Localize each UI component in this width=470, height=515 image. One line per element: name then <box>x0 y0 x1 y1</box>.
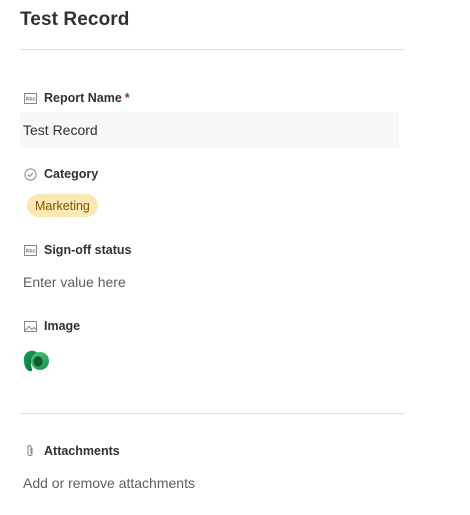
attachments-label-text: Attachments <box>44 444 120 458</box>
dynamics-logo-image[interactable] <box>22 349 52 373</box>
text-field-icon: Abc <box>23 243 37 257</box>
svg-text:Abc: Abc <box>25 248 35 254</box>
category-label-text: Category <box>44 167 99 181</box>
category-label: Category <box>23 165 98 183</box>
report-name-label-text: Report Name <box>44 91 122 105</box>
paperclip-icon <box>23 444 37 458</box>
image-label: Image <box>23 317 80 335</box>
attachments-field[interactable]: Add or remove attachments <box>20 465 399 501</box>
report-name-label: Abc Report Name * <box>23 89 130 107</box>
sign-off-status-label: Abc Sign-off status <box>23 241 132 259</box>
attachments-label: Attachments <box>23 442 120 460</box>
report-name-field[interactable]: Test Record <box>20 112 399 148</box>
image-icon <box>23 319 37 333</box>
svg-text:Abc: Abc <box>25 96 35 102</box>
header-divider <box>20 49 405 50</box>
text-field-icon: Abc <box>23 91 37 105</box>
choice-check-icon <box>23 167 37 181</box>
sign-off-status-field[interactable]: Enter value here <box>20 264 399 300</box>
image-label-text: Image <box>44 319 81 333</box>
category-pill[interactable]: Marketing <box>27 194 98 217</box>
record-title: Test Record <box>20 9 130 30</box>
section-divider <box>20 413 405 414</box>
required-indicator: * <box>124 91 130 105</box>
sign-off-status-label-text: Sign-off status <box>44 243 132 257</box>
